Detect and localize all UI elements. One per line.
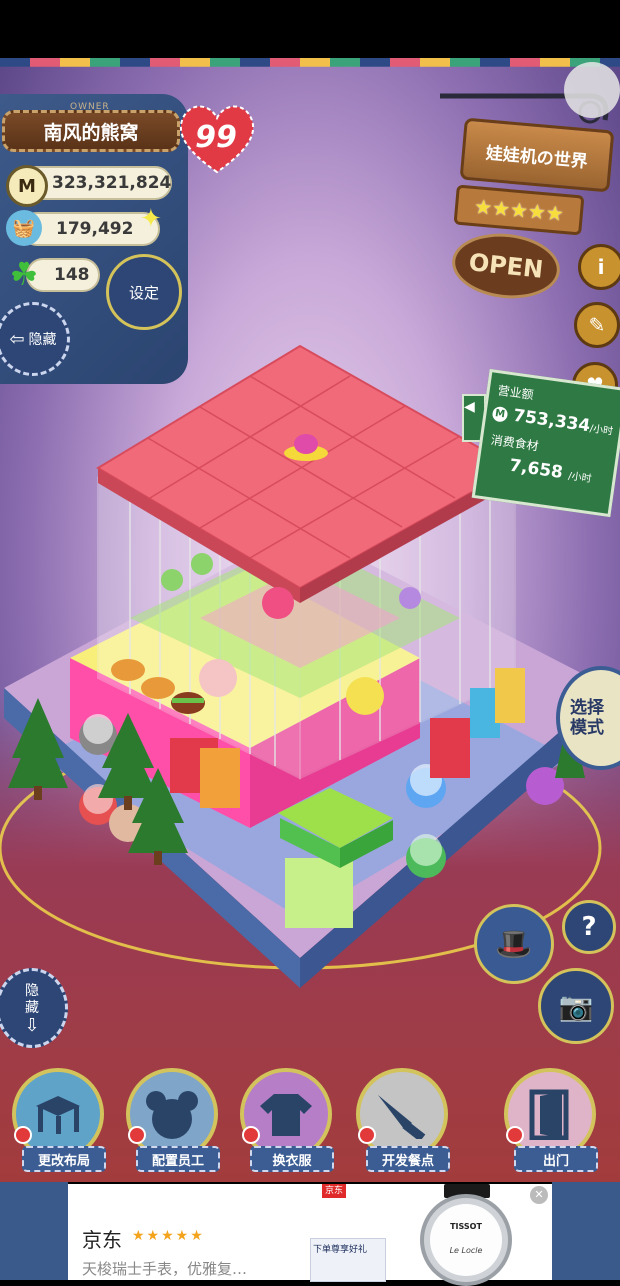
revenue-panel: 营业额 M 753,334/小时 消费食材 7,658 /小时 [471,368,620,518]
pin-icon [242,1126,260,1144]
assign-staff-label: 配置员工 [136,1146,220,1172]
bear-head-icon [146,1091,198,1139]
ad-rating-stars: ★★★★★ [132,1228,205,1244]
owner-name: 南风的熊窝 [43,121,139,144]
help-button[interactable]: ? [562,900,616,954]
balloon-icon [161,569,183,591]
arrow-left-icon: ⇦ [9,328,25,350]
camera-button[interactable]: 📷 [538,968,614,1044]
star-icon: ★ [491,195,512,222]
arrow-down-icon: ⇩ [24,1014,40,1036]
qq-penguin-icon[interactable] [564,62,620,118]
shop-name-sign[interactable]: 娃娃机の世界 [459,117,615,193]
star-icon: ★ [473,194,494,220]
ad-description: 天梭瑞士手表，优雅复… [82,1260,248,1278]
pin-icon [14,1126,32,1144]
triangle-left-icon: ◀ [464,399,475,415]
star-icon: ★ [544,200,565,226]
pin-icon [506,1126,524,1144]
watch-brand-text: TISSOT [450,1222,482,1231]
assign-staff-button[interactable]: 配置员工 [122,1068,222,1172]
watch-image: TISSOT Le Locle [412,1184,522,1286]
watch-script-text: Le Locle [449,1246,483,1255]
info-icon[interactable]: i [578,244,620,290]
food-basket-icon: 🧺 [6,210,42,246]
revenue-value: 753,334 [511,405,592,437]
clover-icon: ☘ [9,255,39,293]
book-icon[interactable]: ✎ [574,302,620,348]
ad-badge: 京东 [322,1184,346,1198]
go-out-button[interactable]: 出门 [500,1068,600,1172]
ad-banner[interactable]: 京东 ★★★★★ 天梭瑞士手表，优雅复… 京东 下单尊享好礼 TISSOT Le… [68,1184,552,1286]
change-clothes-button[interactable]: 换衣服 [236,1068,336,1172]
consumption-row: 7,658 /小时 [508,455,593,486]
balloon-icon [191,553,213,575]
consumption-label: 消费食材 [489,432,540,454]
ad-side-right [552,1182,620,1280]
ad-side-left [0,1182,68,1280]
shirt-icon [260,1094,312,1136]
hat-button[interactable]: 🎩 [474,904,554,984]
coins-value: 323,321,824 [52,173,172,193]
clover-value: 148 [54,265,90,285]
change-layout-button[interactable]: 更改布局 [8,1068,108,1172]
ad-brand: 京东 [82,1228,122,1252]
level-value: 99 [195,120,237,155]
sparkle-icon: ✦ [140,204,162,234]
knife-icon [378,1095,426,1139]
coin-icon: M [6,165,48,207]
change-clothes-label: 换衣服 [250,1146,334,1172]
game-scene[interactable]: 南风的熊窝 OWNER 99 323,321,824 M 179,492 🧺 ✦… [0,58,620,1182]
go-out-label: 出门 [514,1146,598,1172]
consumption-value: 7,658 [508,455,565,483]
table-icon [36,1096,80,1134]
pin-icon [358,1126,376,1144]
coin-icon: M [491,405,509,423]
door-icon [529,1089,569,1140]
ad-close-button[interactable]: ✕ [530,1186,548,1204]
owner-tag: OWNER [70,102,110,112]
revenue-label: 营业额 [496,383,535,403]
camera-icon: 📷 [558,989,594,1023]
develop-dishes-button[interactable]: 开发餐点 [352,1068,452,1172]
change-layout-label: 更改布局 [22,1146,106,1172]
status-bar [0,0,620,58]
ad-promo-image: 下单尊享好礼 [310,1238,386,1282]
hat-icon: 🎩 [495,926,533,962]
owner-name-plate[interactable]: 南风的熊窝 [2,110,180,152]
star-icon: ★ [509,197,529,223]
develop-dishes-label: 开发餐点 [366,1146,450,1172]
pin-icon [128,1126,146,1144]
food-value: 179,492 [56,219,134,239]
balloon-icon [399,587,421,609]
star-icon: ★ [526,198,547,225]
settings-button[interactable]: 设定 [106,254,182,330]
ad-promo-text: 下单尊享好礼 [313,1245,368,1255]
